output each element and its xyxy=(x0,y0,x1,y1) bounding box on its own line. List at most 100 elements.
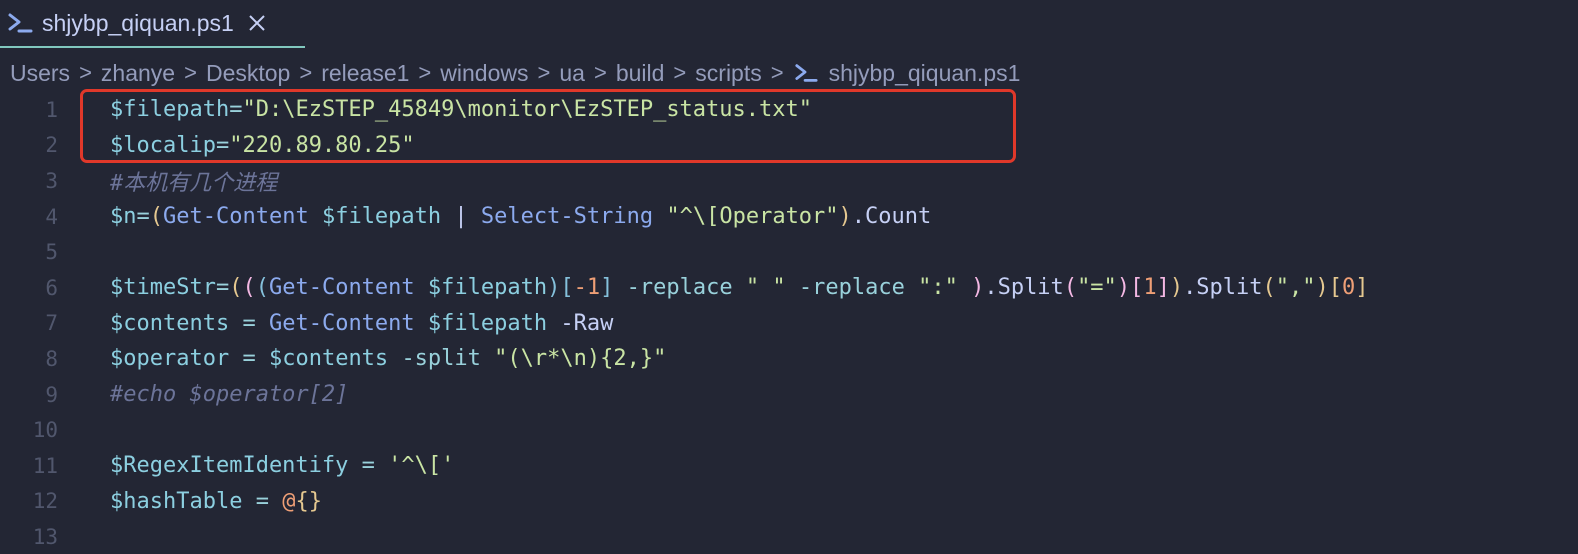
code-token: " " xyxy=(745,275,786,301)
breadcrumb-item-release1[interactable]: release1 xyxy=(321,60,409,87)
code-editor[interactable]: 1 $filepath="D:\EzSTEP_45849\monitor\EzST… xyxy=(0,92,1578,554)
code-text: $timeStr=(((Get-Content $filepath)[-1] -… xyxy=(110,275,1369,300)
code-token: ) xyxy=(547,275,561,301)
code-text: $localip="220.89.80.25" xyxy=(110,133,415,158)
code-token: = xyxy=(348,453,389,479)
line-number: 13 xyxy=(32,524,58,549)
code-token: ] xyxy=(1156,275,1170,301)
code-line[interactable]: 6 $timeStr=(((Get-Content $filepath)[-1] … xyxy=(0,270,1578,306)
code-line[interactable]: 12 $hashTable = @{} xyxy=(0,484,1578,520)
code-token: {} xyxy=(295,488,322,514)
chevron-right-icon: > xyxy=(537,60,551,85)
code-token: | xyxy=(441,204,481,230)
code-line[interactable]: 1 $filepath="D:\EzSTEP_45849\monitor\EzST… xyxy=(0,92,1578,128)
code-token: -1 xyxy=(573,275,601,301)
breadcrumb-item-build[interactable]: build xyxy=(616,60,665,87)
code-text: $operator = $contents -split "(\r*\n){2,… xyxy=(110,346,666,371)
breadcrumb-item-desktop[interactable]: Desktop xyxy=(206,60,290,87)
line-number: 7 xyxy=(45,311,58,336)
code-token: Get-Content xyxy=(268,310,415,336)
breadcrumb-item-file[interactable]: shjybp_qiquan.ps1 xyxy=(829,60,1021,87)
code-token: "D:\EzSTEP_45849\monitor\EzSTEP_status.t… xyxy=(242,97,813,123)
code-line[interactable]: 5 xyxy=(0,234,1578,270)
close-icon[interactable] xyxy=(246,12,268,34)
code-token: = xyxy=(136,204,150,230)
code-token: ] xyxy=(1355,275,1369,301)
breadcrumb-item-windows[interactable]: windows xyxy=(440,60,528,87)
code-line[interactable]: 8 $operator = $contents -split "(\r*\n){2… xyxy=(0,341,1578,377)
code-text: $contents = Get-Content $filepath -Raw xyxy=(110,311,613,336)
line-number: 1 xyxy=(45,97,58,122)
powershell-icon xyxy=(793,60,819,86)
code-token: $timeStr xyxy=(110,275,216,301)
code-line[interactable]: 9 #echo $operator[2] xyxy=(0,377,1578,413)
chevron-right-icon: > xyxy=(673,60,687,85)
code-text: #本机有几个进程 xyxy=(110,165,277,197)
code-token: [ xyxy=(1328,275,1343,301)
tab-title: shjybp_qiquan.ps1 xyxy=(42,9,234,36)
line-number: 5 xyxy=(45,240,58,265)
code-token: $localip xyxy=(110,132,216,158)
code-line[interactable]: 13 xyxy=(0,519,1578,554)
tab-shjybp-qiquan[interactable]: shjybp_qiquan.ps1 xyxy=(0,0,305,48)
code-line[interactable]: 3 #本机有几个进程 xyxy=(0,163,1578,199)
code-line[interactable]: 4 $n=(Get-Content $filepath | Select-Stri… xyxy=(0,199,1578,235)
code-token: "," xyxy=(1275,275,1316,301)
code-token: $filepath xyxy=(110,97,230,123)
code-token: ) xyxy=(971,275,985,301)
line-number: 10 xyxy=(32,418,58,443)
line-number: 3 xyxy=(45,168,58,193)
breadcrumb-item-scripts[interactable]: scripts xyxy=(695,60,761,87)
code-token: $filepath xyxy=(427,310,548,336)
code-token: #echo $operator[2] xyxy=(110,382,349,408)
code-token: ) xyxy=(1116,275,1131,301)
code-token: $n xyxy=(110,204,137,230)
code-token: ( xyxy=(1063,275,1078,301)
chevron-right-icon: > xyxy=(79,60,92,85)
code-token: ) xyxy=(1315,275,1329,301)
code-token: .Split xyxy=(1183,275,1263,301)
chevron-right-icon: > xyxy=(299,60,313,85)
breadcrumb-item-ua[interactable]: ua xyxy=(559,60,585,87)
code-token: -split xyxy=(401,346,481,372)
code-token: $hashTable xyxy=(110,488,243,514)
code-token: = xyxy=(215,275,230,301)
code-token: .Count xyxy=(851,204,932,230)
code-token: $contents xyxy=(110,310,230,336)
powershell-icon xyxy=(6,8,34,38)
code-token: $RegexItemIdentify xyxy=(110,453,349,479)
code-token: "220.89.80.25" xyxy=(229,132,415,158)
code-token: $contents xyxy=(268,346,389,372)
line-number: 2 xyxy=(45,133,58,158)
code-line[interactable]: 11 $RegexItemIdentify = '^\[' xyxy=(0,448,1578,484)
code-line[interactable]: 7 $contents = Get-Content $filepath -Raw xyxy=(0,306,1578,342)
code-token: ) xyxy=(838,204,852,230)
code-token: = xyxy=(215,132,230,158)
breadcrumb-item-users[interactable]: Users xyxy=(10,60,70,87)
code-token: .Split xyxy=(984,275,1064,301)
breadcrumb: Users > zhanye > Desktop > release1 > wi… xyxy=(10,56,1020,90)
breadcrumb-item-zhanye[interactable]: zhanye xyxy=(101,60,175,87)
code-token: ( xyxy=(1262,275,1276,301)
code-line[interactable]: 10 xyxy=(0,412,1578,448)
code-token: "(\r*\n){2,}" xyxy=(494,346,667,372)
code-token: = xyxy=(229,310,269,336)
code-token: ( xyxy=(242,275,256,301)
code-token: Get-Content xyxy=(268,275,415,301)
code-token: Select-String xyxy=(480,204,654,230)
code-token: #本机有几个进程 xyxy=(110,170,278,196)
code-token: = xyxy=(229,346,269,372)
line-number: 8 xyxy=(45,346,58,371)
code-token: Get-Content xyxy=(163,204,309,230)
tab-bar: shjybp_qiquan.ps1 xyxy=(0,0,1578,48)
code-line[interactable]: 2 $localip="220.89.80.25" xyxy=(0,128,1578,164)
line-number: 4 xyxy=(45,204,58,229)
code-text: $filepath="D:\EzSTEP_45849\monitor\EzSTE… xyxy=(110,97,812,122)
code-token: $operator xyxy=(110,346,230,372)
code-text: $n=(Get-Content $filepath | Select-Strin… xyxy=(110,204,931,229)
